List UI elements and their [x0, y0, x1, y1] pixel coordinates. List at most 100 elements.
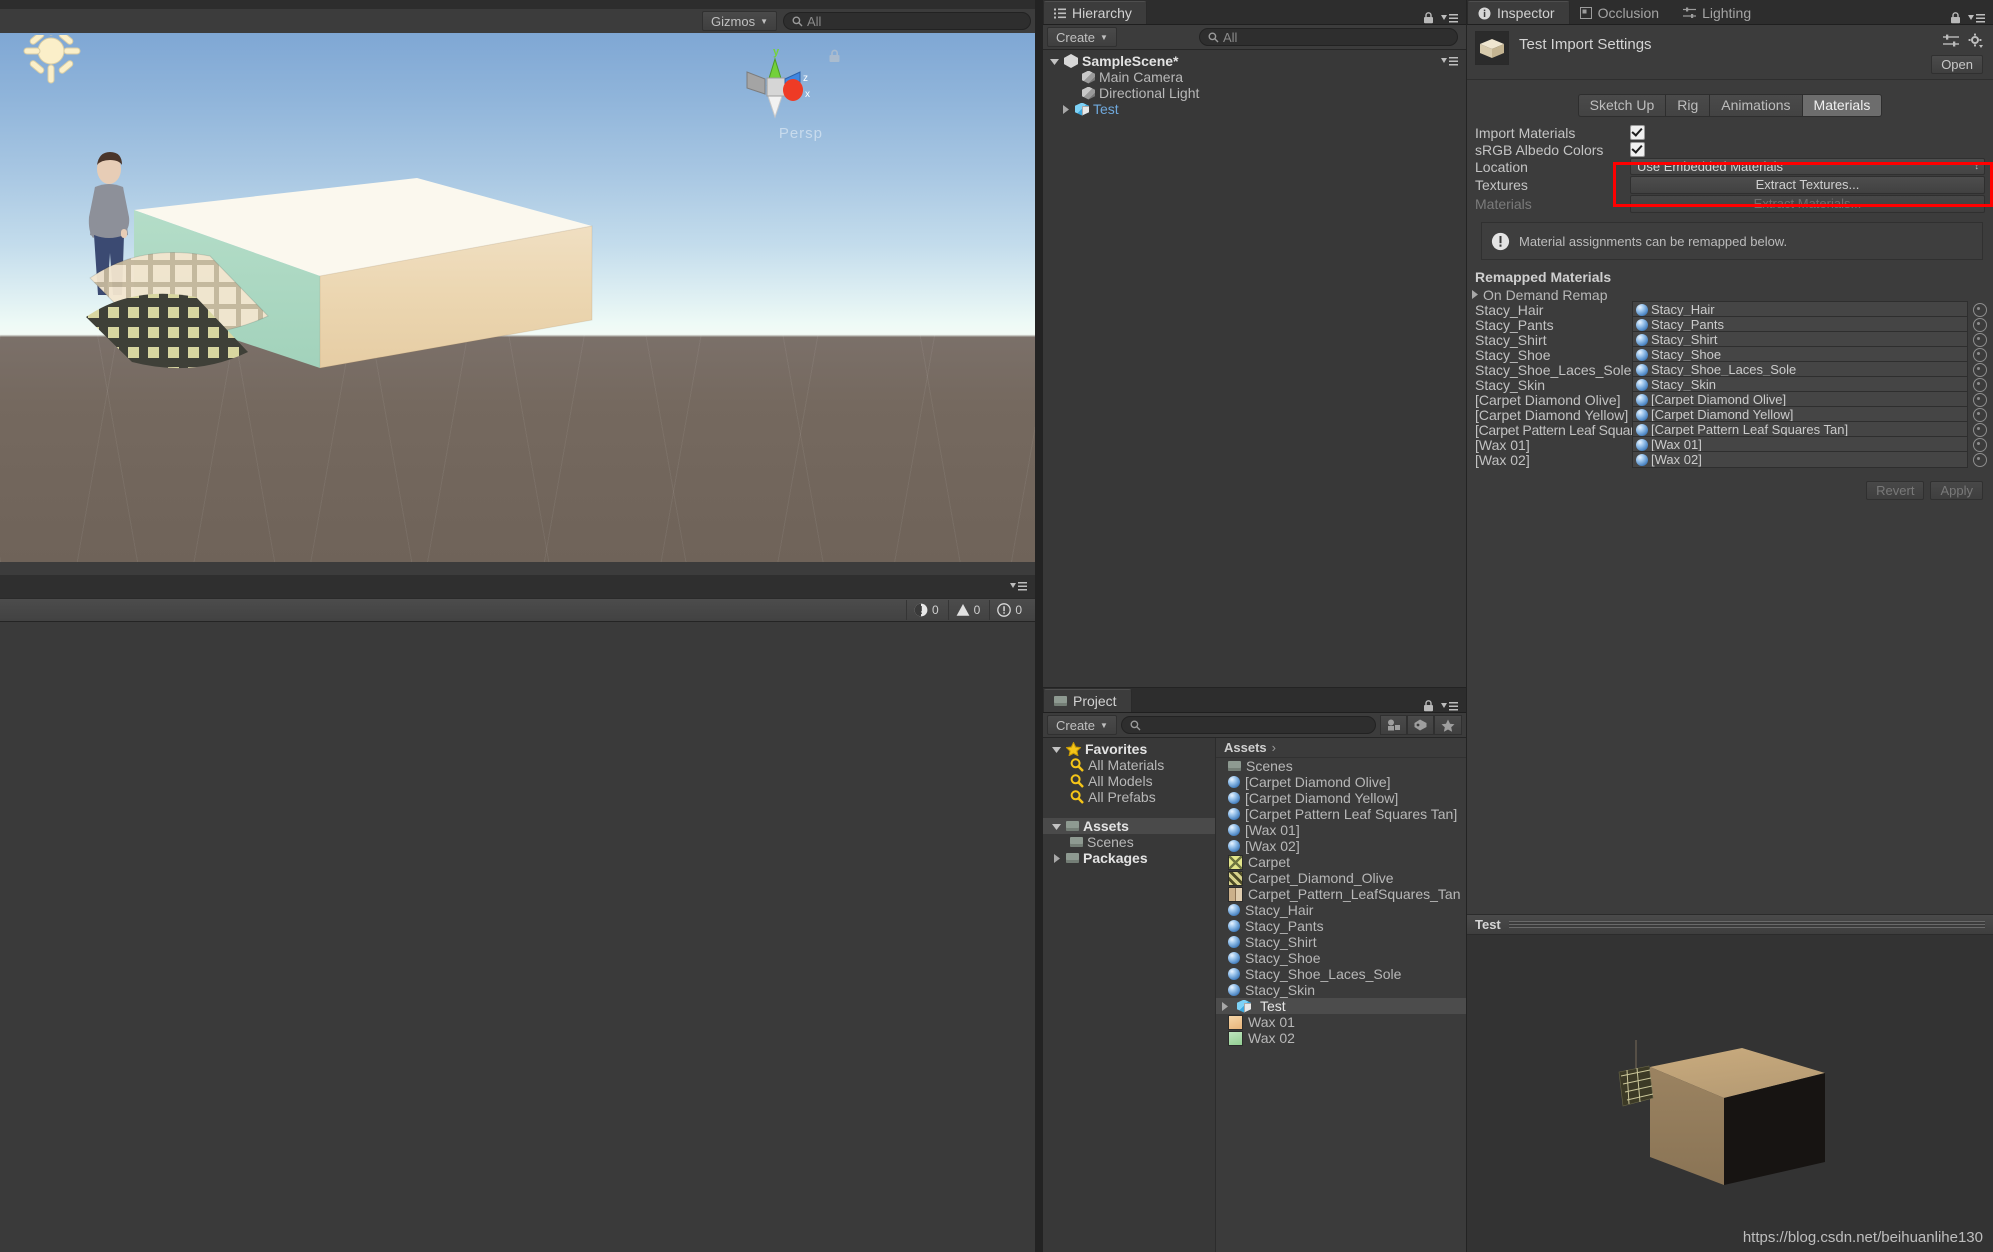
object-picker-icon[interactable]	[1973, 377, 1987, 392]
tab-animations[interactable]: Animations	[1709, 94, 1802, 117]
scene-search-input[interactable]: All	[783, 12, 1031, 30]
list-item[interactable]: Stacy_Skin	[1216, 982, 1466, 998]
import-materials-checkbox[interactable]	[1630, 125, 1645, 140]
scene-orientation-gizmo[interactable]: y z x	[725, 41, 825, 136]
object-picker-icon[interactable]	[1973, 317, 1987, 332]
preview-header-bar[interactable]: Test	[1467, 914, 1993, 935]
list-item[interactable]: Stacy_Shirt	[1216, 934, 1466, 950]
list-item[interactable]: Stacy_Shoe	[1216, 950, 1466, 966]
hierarchy-item-test[interactable]: Test	[1043, 101, 1466, 117]
object-picker-icon[interactable]	[1973, 362, 1987, 377]
object-picker-icon[interactable]	[1973, 452, 1987, 467]
project-tree-packages[interactable]: Packages	[1043, 850, 1215, 866]
divider-scene-hierarchy[interactable]	[1035, 0, 1042, 1252]
scene-menu-icon[interactable]	[1441, 56, 1458, 67]
foldout-expanded-icon[interactable]	[1051, 821, 1062, 832]
panel-menu-icon[interactable]	[1968, 13, 1985, 24]
list-item[interactable]: [Carpet Diamond Yellow]	[1216, 790, 1466, 806]
scene-projection-label[interactable]: Persp	[779, 125, 823, 142]
srgb-albedo-checkbox[interactable]	[1630, 142, 1645, 157]
object-picker-icon[interactable]	[1973, 407, 1987, 422]
scene-viewport[interactable]: y z x Persp	[0, 33, 1035, 562]
gear-icon[interactable]	[1968, 33, 1983, 48]
lock-icon[interactable]	[1950, 12, 1961, 24]
revert-button[interactable]: Revert	[1866, 481, 1925, 500]
list-item[interactable]: Carpet	[1216, 854, 1466, 870]
drag-handle[interactable]	[1508, 921, 1985, 928]
panel-menu-icon[interactable]	[1441, 13, 1458, 24]
list-item[interactable]: Wax 01	[1216, 1014, 1466, 1030]
filter-by-type-button[interactable]	[1380, 715, 1407, 735]
location-dropdown[interactable]: Use Embedded Materials ↕	[1630, 158, 1985, 175]
project-search-input[interactable]	[1120, 716, 1376, 734]
directional-light-gizmo-icon[interactable]	[14, 35, 88, 97]
foldout-collapsed-icon[interactable]	[1469, 289, 1480, 300]
list-item[interactable]: Wax 02	[1216, 1030, 1466, 1046]
console-error-count[interactable]: 0	[905, 600, 946, 620]
breadcrumb-label[interactable]: Assets	[1224, 740, 1267, 755]
list-item[interactable]: Stacy_Hair	[1216, 902, 1466, 918]
list-item[interactable]: [Wax 02]	[1216, 838, 1466, 854]
console-warning-count[interactable]: 0	[947, 600, 988, 620]
favorite-all-materials[interactable]: All Materials	[1043, 757, 1215, 773]
project-tree-scenes[interactable]: Scenes	[1043, 834, 1215, 850]
project-create-button[interactable]: Create ▼	[1047, 715, 1117, 735]
object-picker-icon[interactable]	[1973, 392, 1987, 407]
favorite-all-prefabs[interactable]: All Prefabs	[1043, 789, 1215, 805]
object-picker-icon[interactable]	[1973, 302, 1987, 317]
hierarchy-scene-row[interactable]: SampleScene*	[1043, 53, 1466, 69]
project-favorites-header[interactable]: Favorites	[1043, 741, 1215, 757]
on-demand-remap-foldout[interactable]: On Demand Remap	[1467, 287, 1993, 303]
lock-icon[interactable]	[1423, 700, 1434, 712]
hierarchy-item-main-camera[interactable]: Main Camera	[1043, 69, 1466, 85]
list-item[interactable]: Scenes	[1216, 758, 1466, 774]
list-item-selected[interactable]: Test	[1216, 998, 1466, 1014]
project-tree-assets[interactable]: Assets	[1043, 818, 1215, 834]
foldout-expanded-icon[interactable]	[1049, 56, 1060, 67]
foldout-collapsed-icon[interactable]	[1051, 853, 1062, 864]
tab-materials[interactable]: Materials	[1801, 94, 1883, 117]
list-item[interactable]: [Carpet Pattern Leaf Squares Tan]	[1216, 806, 1466, 822]
lock-icon[interactable]	[1423, 12, 1434, 24]
apply-button[interactable]: Apply	[1930, 481, 1983, 500]
favorite-all-models[interactable]: All Models	[1043, 773, 1215, 789]
foldout-expanded-icon[interactable]	[1051, 744, 1062, 755]
tab-sketch-up[interactable]: Sketch Up	[1577, 94, 1666, 117]
preset-icon[interactable]	[1943, 34, 1959, 48]
list-item[interactable]: Carpet_Pattern_LeafSquares_Tan	[1216, 886, 1466, 902]
panel-menu-icon[interactable]	[1010, 581, 1027, 592]
preview-viewport[interactable]: https://blog.csdn.net/beihuanlihe130	[1467, 935, 1993, 1252]
open-button[interactable]: Open	[1931, 55, 1983, 74]
foldout-collapsed-icon[interactable]	[1060, 104, 1071, 115]
hierarchy-item-directional-light[interactable]: Directional Light	[1043, 85, 1466, 101]
lock-icon[interactable]	[828, 49, 841, 63]
list-item[interactable]: Stacy_Pants	[1216, 918, 1466, 934]
object-picker-icon[interactable]	[1973, 332, 1987, 347]
remap-object-field[interactable]: [Wax 02]	[1632, 451, 1968, 468]
tab-project[interactable]: Project	[1043, 689, 1132, 712]
hierarchy-search-input[interactable]: All	[1198, 28, 1458, 46]
object-picker-icon[interactable]	[1973, 347, 1987, 362]
filter-by-label-button[interactable]	[1407, 715, 1434, 735]
extract-textures-button[interactable]: Extract Textures...	[1630, 175, 1985, 194]
tab-hierarchy[interactable]: Hierarchy	[1043, 1, 1147, 24]
tab-inspector[interactable]: Inspector	[1467, 1, 1570, 24]
search-icon	[792, 16, 803, 26]
extract-materials-button[interactable]: Extract Materials...	[1630, 194, 1985, 213]
tab-lighting[interactable]: Lighting	[1673, 2, 1765, 24]
gizmos-dropdown-button[interactable]: Gizmos ▼	[702, 11, 777, 31]
tab-occlusion[interactable]: Occlusion	[1570, 2, 1673, 24]
tab-rig[interactable]: Rig	[1665, 94, 1710, 117]
foldout-collapsed-icon[interactable]	[1219, 1001, 1230, 1012]
list-item[interactable]: Stacy_Shoe_Laces_Sole	[1216, 966, 1466, 982]
favorites-filter-button[interactable]	[1434, 715, 1462, 735]
list-item[interactable]: Carpet_Diamond_Olive	[1216, 870, 1466, 886]
list-item[interactable]: [Carpet Diamond Olive]	[1216, 774, 1466, 790]
console-log-area[interactable]	[0, 622, 1035, 1252]
console-info-count[interactable]: 0	[989, 600, 1029, 620]
object-picker-icon[interactable]	[1973, 437, 1987, 452]
panel-menu-icon[interactable]	[1441, 701, 1458, 712]
hierarchy-create-button[interactable]: Create ▼	[1047, 27, 1117, 47]
list-item[interactable]: [Wax 01]	[1216, 822, 1466, 838]
object-picker-icon[interactable]	[1973, 422, 1987, 437]
